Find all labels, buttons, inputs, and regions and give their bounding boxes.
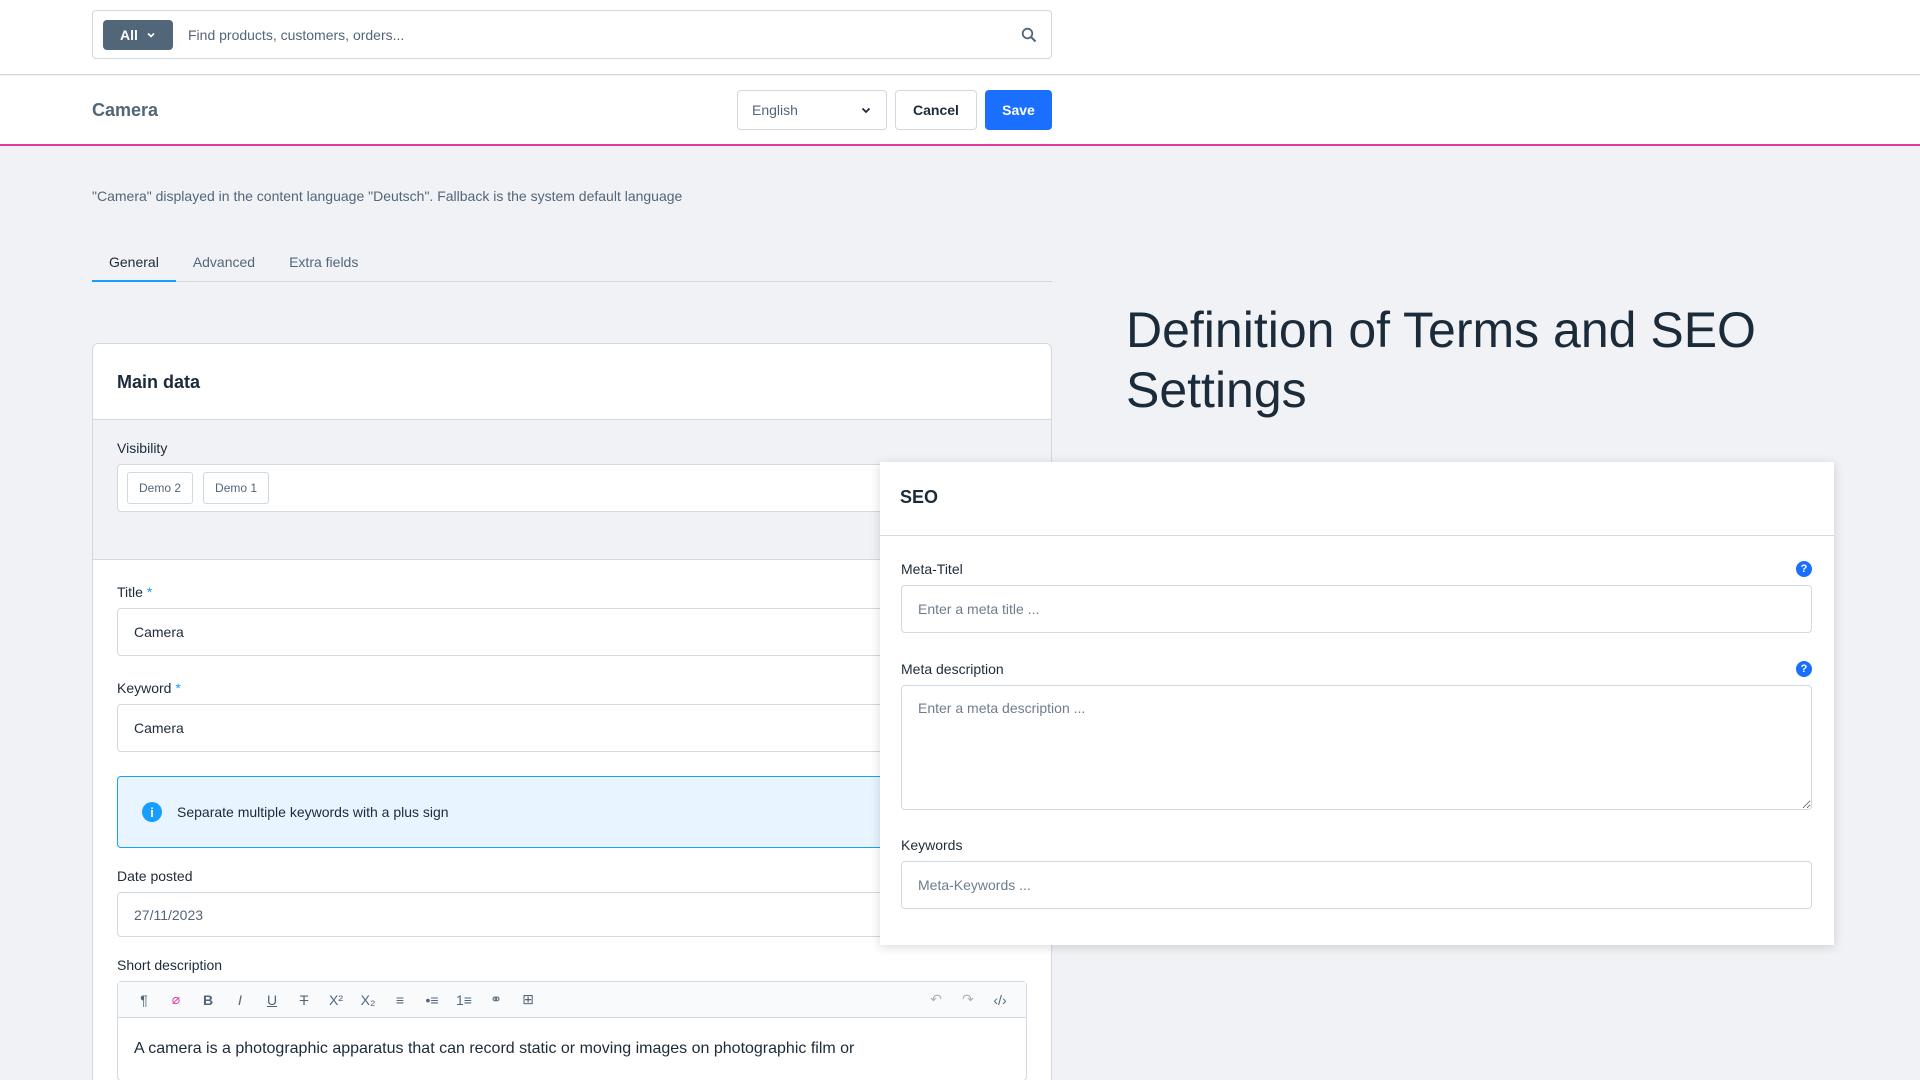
numbered-list-icon[interactable]: 1≡	[448, 985, 480, 1015]
subscript-icon[interactable]: X₂	[352, 985, 384, 1015]
title-label-text: Title	[117, 584, 143, 600]
page-header: Camera English Cancel Save	[0, 76, 1920, 146]
remove-format-icon[interactable]: ⌀	[160, 985, 192, 1015]
meta-keywords-input[interactable]	[901, 861, 1812, 909]
chevron-down-icon	[147, 32, 155, 38]
search-scope-dropdown[interactable]: All	[103, 19, 173, 50]
seo-card: SEO Meta-Titel ? Meta description ? Keyw…	[880, 462, 1834, 945]
main-data-title: Main data	[93, 344, 1051, 420]
language-select[interactable]: English	[737, 90, 887, 130]
short-description-editor: ¶ ⌀ B I U T X² X₂ ≡ •≡ 1≡ ⚭ ⊞ ↶ ↷ ‹/› A …	[117, 981, 1027, 1080]
chevron-down-icon	[861, 107, 871, 114]
visibility-label: Visibility	[117, 440, 168, 456]
seo-title: SEO	[880, 462, 1834, 536]
keyword-hint-text: Separate multiple keywords with a plus s…	[177, 804, 449, 820]
content-language-notice: "Camera" displayed in the content langua…	[92, 188, 683, 204]
superscript-icon[interactable]: X²	[320, 985, 352, 1015]
table-icon[interactable]: ⊞	[512, 985, 544, 1015]
tab-extra-fields[interactable]: Extra fields	[272, 248, 375, 282]
tab-general[interactable]: General	[92, 248, 176, 282]
language-select-value: English	[752, 102, 798, 118]
search-input[interactable]	[173, 11, 1007, 58]
keyword-label-text: Keyword	[117, 680, 172, 696]
info-icon: i	[142, 802, 162, 822]
code-view-icon[interactable]: ‹/›	[984, 985, 1016, 1015]
search-icon	[1021, 27, 1037, 42]
short-description-text[interactable]: A camera is a photographic apparatus tha…	[118, 1018, 1026, 1080]
bold-icon[interactable]: B	[192, 985, 224, 1015]
seo-form: Meta-Titel ? Meta description ? Keywords	[880, 536, 1834, 909]
help-icon[interactable]: ?	[1796, 661, 1812, 677]
strikethrough-icon[interactable]: T	[288, 985, 320, 1015]
search-button[interactable]	[1007, 11, 1051, 58]
visibility-chip[interactable]: Demo 2	[127, 472, 194, 504]
meta-description-textarea[interactable]	[901, 685, 1812, 810]
tab-advanced[interactable]: Advanced	[176, 248, 272, 282]
editor-toolbar: ¶ ⌀ B I U T X² X₂ ≡ •≡ 1≡ ⚭ ⊞ ↶ ↷ ‹/›	[118, 982, 1026, 1018]
search-scope-label: All	[120, 26, 138, 43]
required-mark: *	[175, 680, 181, 696]
paragraph-icon[interactable]: ¶	[128, 985, 160, 1015]
global-search: All	[92, 10, 1052, 59]
meta-description-label: Meta description	[901, 661, 1004, 677]
meta-title-input[interactable]	[901, 585, 1812, 633]
tab-bar: General Advanced Extra fields	[92, 248, 1052, 282]
visibility-chip[interactable]: Demo 1	[203, 472, 270, 504]
underline-icon[interactable]: U	[256, 985, 288, 1015]
bullet-list-icon[interactable]: •≡	[416, 985, 448, 1015]
section-heading: Definition of Terms and SEO Settings	[1126, 302, 1756, 418]
top-search-bar: All	[0, 0, 1920, 75]
link-icon[interactable]: ⚭	[480, 985, 512, 1015]
keywords-label: Keywords	[901, 837, 963, 853]
redo-icon[interactable]: ↷	[952, 985, 984, 1015]
help-icon[interactable]: ?	[1796, 561, 1812, 577]
italic-icon[interactable]: I	[224, 985, 256, 1015]
undo-icon[interactable]: ↶	[920, 985, 952, 1015]
save-button[interactable]: Save	[985, 90, 1052, 130]
required-mark: *	[146, 584, 153, 600]
align-icon[interactable]: ≡	[384, 985, 416, 1015]
short-description-label: Short description	[117, 957, 223, 973]
page-title: Camera	[92, 100, 159, 120]
meta-title-label: Meta-Titel	[901, 561, 963, 577]
cancel-button[interactable]: Cancel	[895, 90, 977, 130]
